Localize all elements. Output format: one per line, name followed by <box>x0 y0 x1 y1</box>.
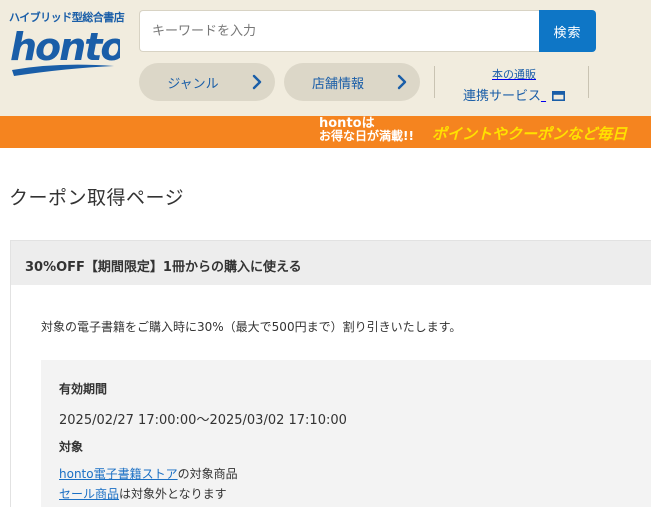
chevron-right-icon <box>397 74 407 90</box>
service-big-label: 連携サービス <box>462 89 541 104</box>
divider <box>588 66 589 98</box>
divider <box>434 66 435 98</box>
honto-logo[interactable]: honto <box>8 20 127 78</box>
target2-suffix: は対象外となります <box>119 487 227 501</box>
site-header: ハイブリッド型総合書店 honto 検索 ジャンル 店舗情報 本の通販 連携サー… <box>0 0 651 116</box>
nav-genre-label: ジャンル <box>167 76 219 92</box>
banner-tagline: ポイントやクーポンなど毎日 <box>432 125 628 143</box>
service-small-label: 本の通販 <box>492 68 536 81</box>
nav-store-info-button[interactable]: 店舗情報 <box>284 63 420 101</box>
nav-store-info-label: 店舗情報 <box>311 76 364 92</box>
nav-genre-button[interactable]: ジャンル <box>139 63 275 101</box>
campaign-banner[interactable]: hontoは お得な日が満載!! ポイントやクーポンなど毎日 <box>0 116 651 148</box>
banner-line2: お得な日が満載!! <box>319 129 414 143</box>
target1-suffix: の対象商品 <box>177 467 238 481</box>
search-button[interactable]: 検索 <box>539 10 596 52</box>
banner-left-text: hontoは お得な日が満載!! <box>319 116 414 143</box>
coupon-card: 30%OFF【期間限定】1冊からの購入に使える 対象の電子書籍をご購入時に30%… <box>10 240 651 507</box>
linked-service-link[interactable]: 本の通販 連携サービス <box>455 66 573 104</box>
search-input[interactable] <box>140 11 540 51</box>
coupon-description: 対象の電子書籍をご購入時に30%（最大で500円まで）割り引きいたします。 <box>41 320 462 334</box>
target-line-1: honto電子書籍ストアの対象商品 <box>59 465 238 482</box>
coupon-title: 30%OFF【期間限定】1冊からの購入に使える <box>25 260 302 275</box>
target-label: 対象 <box>59 440 84 454</box>
period-label: 有効期間 <box>59 382 108 396</box>
period-value: 2025/02/27 17:00:00～2025/03/02 17:10:00 <box>59 413 347 428</box>
ebook-store-link[interactable]: honto電子書籍ストア <box>59 467 178 481</box>
search-box <box>139 10 540 52</box>
window-icon <box>552 90 566 101</box>
sale-items-link[interactable]: セール商品 <box>59 487 119 501</box>
target-line-2: セール商品は対象外となります <box>59 485 227 502</box>
coupon-header: 30%OFF【期間限定】1冊からの購入に使える <box>11 241 651 285</box>
page-title: クーポン取得ページ <box>9 187 185 209</box>
logo-text: honto <box>10 25 120 69</box>
chevron-right-icon <box>252 74 262 90</box>
coupon-details: 有効期間 2025/02/27 17:00:00～2025/03/02 17:1… <box>41 360 651 507</box>
